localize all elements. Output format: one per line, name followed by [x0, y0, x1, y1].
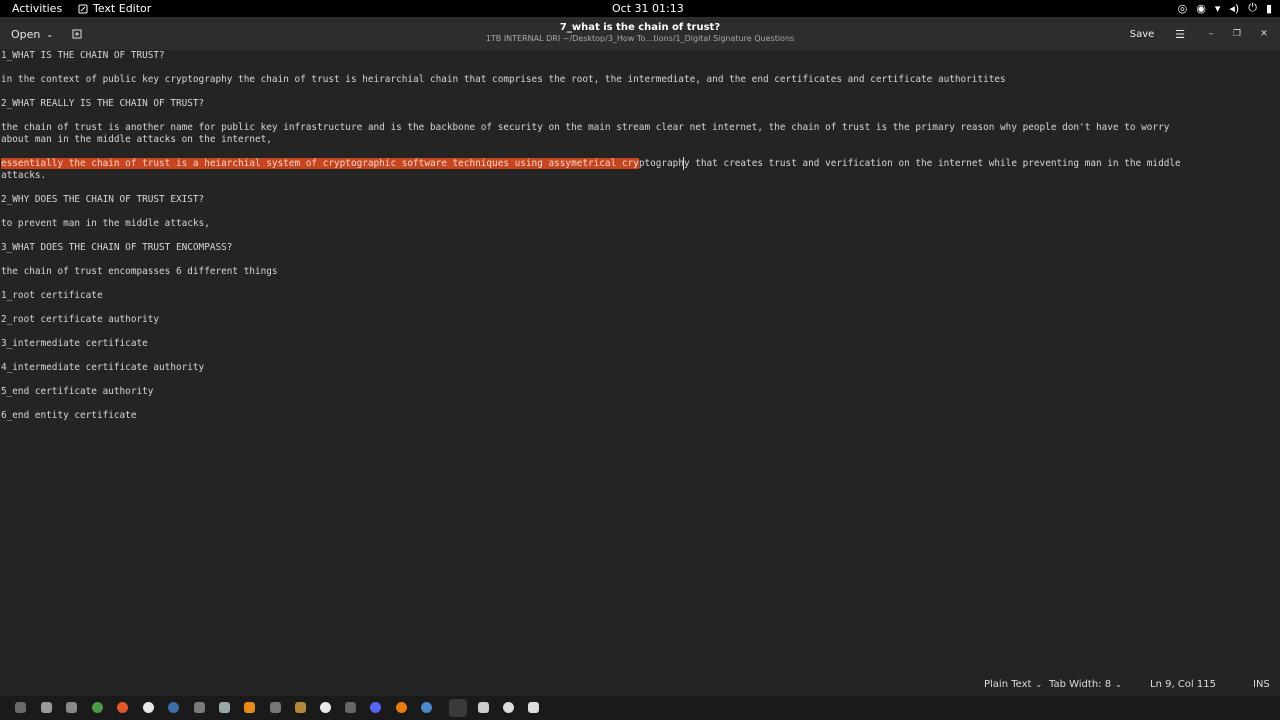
battery-icon[interactable]: ▮ — [1266, 2, 1272, 15]
text-line-selected: essentially the chain of trust is a heia… — [1, 158, 1181, 170]
discord-icon[interactable] — [370, 702, 381, 713]
network-icon[interactable]: ◎ — [1178, 2, 1188, 15]
document-path: 1TB INTERNAL DRI ~/Desktop/3_How To…tion… — [485, 34, 795, 43]
tab-width-selector[interactable]: Tab Width: 8 ⌄ — [1049, 679, 1122, 690]
app-name-label: Text Editor — [93, 2, 152, 15]
text-selection: essentially the chain of trust is a heia… — [1, 158, 639, 169]
text-line: 3_WHAT DOES THE CHAIN OF TRUST ENCOMPASS… — [1, 242, 233, 253]
language-selector[interactable]: Plain Text ⌄ — [984, 679, 1042, 690]
text-line: 1_WHAT IS THE CHAIN OF TRUST? — [1, 50, 165, 61]
torrent-icon[interactable] — [270, 702, 281, 713]
tab-width-label: Tab Width: 8 — [1049, 679, 1112, 690]
text-line: the chain of trust encompasses 6 differe… — [1, 266, 278, 277]
text-line: 2_root certificate authority — [1, 314, 160, 325]
text-line: to prevent man in the middle attacks, — [1, 218, 210, 229]
volume-icon[interactable]: ◂) — [1229, 2, 1239, 15]
app-menu[interactable]: Text Editor — [78, 2, 151, 15]
vlc-icon[interactable] — [244, 702, 255, 713]
terminal-icon[interactable] — [41, 702, 52, 713]
minimize-button[interactable]: – — [1202, 25, 1220, 43]
text-line: 4_intermediate certificate authority — [1, 362, 205, 373]
document-title: 7_what is the chain of trust? — [559, 22, 721, 33]
settings-icon[interactable] — [219, 702, 230, 713]
folder-icon[interactable] — [66, 702, 77, 713]
text-line: about man in the middle attacks on the i… — [1, 134, 272, 145]
menu-icon: ☰ — [1175, 27, 1185, 41]
wifi-icon[interactable]: ▾ — [1215, 2, 1221, 15]
text-line: in the context of public key cryptograph… — [1, 74, 1006, 85]
text-cursor — [683, 157, 684, 170]
text-line: 2_WHY DOES THE CHAIN OF TRUST EXIST? — [1, 194, 205, 205]
insert-mode: INS — [1253, 679, 1270, 690]
maximize-icon: ❐ — [1232, 29, 1242, 39]
text-line: 1_root certificate — [1, 290, 103, 301]
language-label: Plain Text — [984, 679, 1032, 690]
close-icon: ✕ — [1260, 29, 1268, 39]
window-title-block: 7_what is the chain of trust? 1TB INTERN… — [0, 22, 1280, 44]
close-button[interactable]: ✕ — [1255, 25, 1273, 43]
clipboard-icon[interactable] — [295, 702, 306, 713]
activities-button[interactable]: Activities — [12, 2, 62, 15]
chrome-icon[interactable] — [92, 702, 103, 713]
text-after-selection: ptography that creates trust and verific… — [638, 158, 1181, 169]
document-icon[interactable] — [478, 702, 489, 713]
cursor-position[interactable]: Ln 9, Col 115 — [1150, 679, 1216, 690]
text-line: 2_WHAT REALLY IS THE CHAIN OF TRUST? — [1, 98, 205, 109]
signal-icon[interactable] — [320, 702, 331, 713]
steam-icon[interactable] — [168, 702, 179, 713]
status-bar: Plain Text ⌄ Tab Width: 8 ⌄ Ln 9, Col 11… — [0, 674, 1280, 696]
game-icon[interactable] — [194, 702, 205, 713]
system-tray[interactable]: ◎ ◉ ▾ ◂) ⏻ ▮ — [1178, 1, 1272, 15]
steam-icon[interactable]: ◉ — [1196, 2, 1206, 15]
cursor-position-label: Ln 9, Col 115 — [1150, 679, 1216, 690]
text-editor-icon[interactable] — [449, 699, 467, 717]
calculator-icon[interactable] — [345, 702, 356, 713]
chevron-down-icon: ⌄ — [1115, 680, 1122, 689]
text-view[interactable]: 1_WHAT IS THE CHAIN OF TRUST? in the con… — [0, 50, 1280, 674]
disk-icon[interactable] — [503, 702, 514, 713]
clock[interactable]: Oct 31 01:13 — [612, 2, 684, 15]
insert-mode-label: INS — [1253, 679, 1270, 690]
power-icon[interactable]: ⏻ — [1248, 1, 1257, 15]
text-editor-icon — [78, 4, 88, 13]
text-line: the chain of trust is another name for p… — [1, 122, 1170, 133]
firefox-icon[interactable] — [117, 702, 128, 713]
text-line: 5_end certificate authority — [1, 386, 154, 397]
browser-icon[interactable] — [421, 702, 432, 713]
chevron-down-icon: ⌄ — [1035, 680, 1043, 689]
text-line: 6_end entity certificate — [1, 410, 137, 421]
editor-headerbar: Open ⌄ 7_what is the chain of trust? 1TB… — [0, 17, 1280, 51]
save-button[interactable]: Save — [1126, 24, 1158, 44]
files-icon[interactable] — [15, 702, 26, 713]
blender-icon[interactable] — [396, 702, 407, 713]
top-panel: Activities Text Editor Oct 31 01:13 ◎ ◉ … — [0, 0, 1280, 17]
hamburger-menu-button[interactable]: ☰ — [1171, 24, 1189, 44]
taskbar — [0, 696, 1280, 720]
text-line: 3_intermediate certificate — [1, 338, 148, 349]
notes-icon[interactable] — [528, 702, 539, 713]
minimize-icon: – — [1208, 29, 1214, 39]
maximize-button[interactable]: ❐ — [1228, 25, 1246, 43]
text-line: attacks. — [1, 170, 47, 181]
github-icon[interactable] — [143, 702, 154, 713]
